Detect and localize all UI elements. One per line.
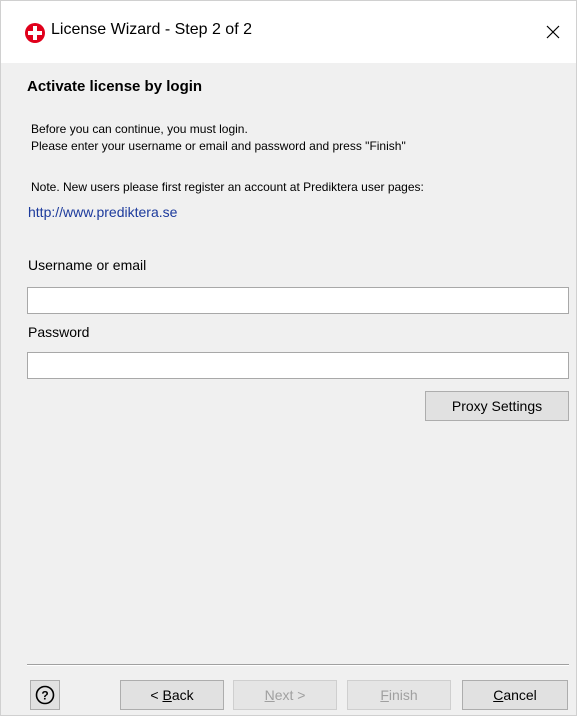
license-wizard-window: License Wizard - Step 2 of 2 Activate li… (0, 0, 577, 716)
window-title: License Wizard - Step 2 of 2 (51, 21, 252, 38)
next-accel: N (264, 687, 275, 703)
intro-line-1: Before you can continue, you must login. (31, 122, 248, 136)
register-note: Note. New users please first register an… (31, 180, 424, 194)
prediktera-logo-icon (25, 23, 45, 43)
intro-line-2: Please enter your username or email and … (31, 139, 406, 153)
title-bar: License Wizard - Step 2 of 2 (1, 1, 576, 63)
proxy-settings-button[interactable]: Proxy Settings (425, 391, 569, 421)
cancel-accel: C (493, 687, 504, 703)
back-button[interactable]: < Back (120, 680, 224, 710)
back-prefix: < (150, 687, 163, 703)
finish-button[interactable]: Finish (347, 680, 451, 710)
help-symbol: ? (41, 689, 48, 703)
back-accel: B (162, 687, 172, 703)
password-label: Password (28, 324, 90, 340)
cancel-rest: ancel (503, 687, 537, 703)
cancel-button[interactable]: Cancel (462, 680, 568, 710)
next-rest: ext > (274, 687, 306, 703)
intro-text: Before you can continue, you must login.… (31, 121, 406, 155)
help-button[interactable]: ? (30, 680, 60, 710)
finish-rest: inish (388, 687, 418, 703)
username-field[interactable] (27, 287, 569, 314)
footer-separator (27, 664, 569, 666)
help-icon: ? (35, 685, 55, 705)
page-heading: Activate license by login (27, 78, 203, 95)
finish-accel: F (380, 687, 389, 703)
prediktera-link[interactable]: http://www.prediktera.se (28, 204, 177, 220)
close-icon (546, 25, 560, 39)
next-button[interactable]: Next > (233, 680, 337, 710)
username-label: Username or email (28, 257, 147, 273)
password-field[interactable] (27, 352, 569, 379)
back-rest: ack (171, 687, 194, 703)
close-button[interactable] (530, 14, 576, 50)
